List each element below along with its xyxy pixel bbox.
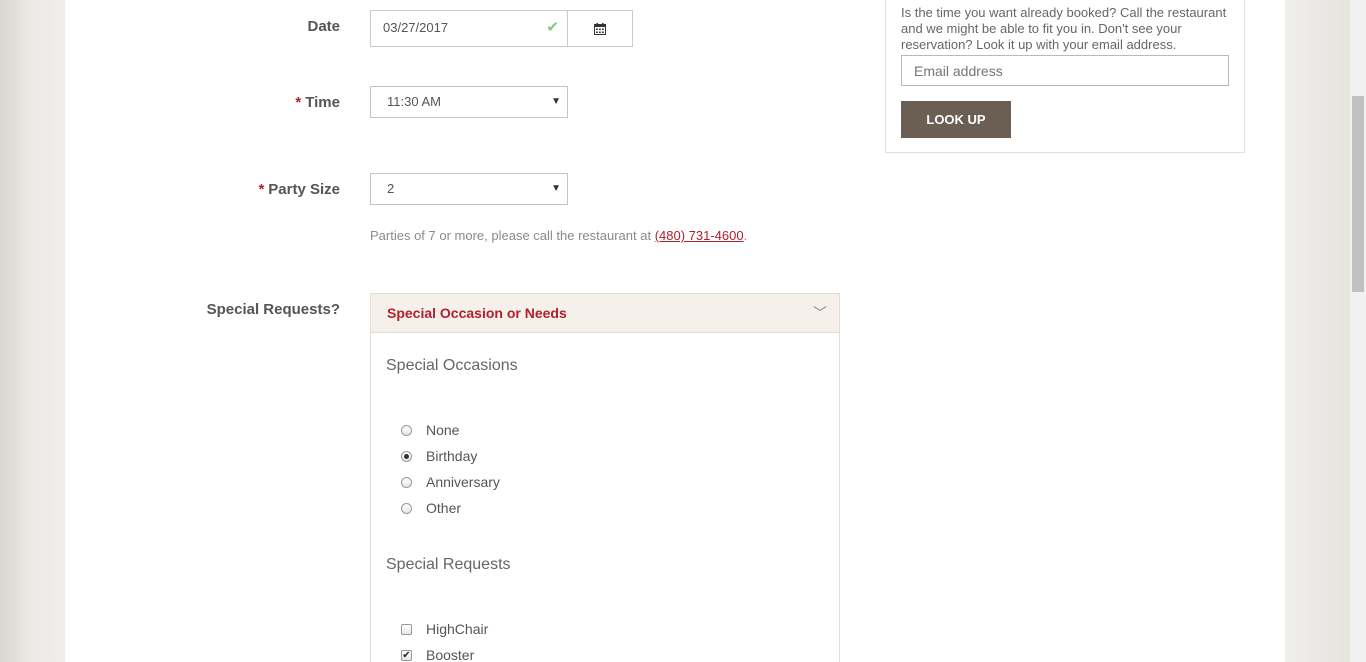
lookup-description: Is the time you want already booked? Cal…	[901, 5, 1227, 52]
radio-button[interactable]	[401, 502, 412, 514]
required-mark: *	[295, 94, 302, 111]
checkmark-icon: ✔	[546, 19, 559, 36]
party-size-value: 2	[387, 181, 395, 196]
calendar-icon	[594, 22, 606, 35]
party-size-select[interactable]: 2 ▼	[370, 173, 568, 205]
occasion-option-none[interactable]: None	[401, 422, 459, 438]
time-value: 11:30 AM	[387, 94, 441, 109]
radio-button-selected[interactable]	[401, 450, 412, 462]
party-size-label: * Party Size	[140, 181, 340, 198]
radio-button[interactable]	[401, 476, 412, 488]
special-occasions-title: Special Occasions	[386, 357, 518, 374]
special-panel-title: Special Occasion or Needs	[387, 305, 567, 321]
required-mark: *	[258, 181, 265, 198]
time-label: * Time	[140, 94, 340, 111]
special-requests-title: Special Requests	[386, 556, 511, 573]
special-requests-panel: Special Occasion or Needs ﹀ Special Occa…	[370, 293, 840, 662]
occasion-option-anniversary[interactable]: Anniversary	[401, 474, 500, 490]
checkbox[interactable]	[401, 623, 412, 635]
radio-button[interactable]	[401, 424, 412, 436]
calendar-button[interactable]	[567, 10, 633, 47]
date-label: Date	[307, 18, 340, 35]
special-panel-header[interactable]: Special Occasion or Needs ﹀	[371, 294, 839, 333]
occasion-option-birthday[interactable]: Birthday	[401, 448, 477, 464]
hint-period: .	[743, 228, 748, 243]
checkbox-checked[interactable]: ✔	[401, 649, 412, 661]
scrollbar-thumb[interactable]	[1352, 96, 1364, 292]
time-label-text: Time	[305, 94, 340, 111]
occasion-label: Anniversary	[426, 474, 500, 490]
dropdown-arrow-icon: ▼	[551, 183, 561, 194]
party-size-hint: Parties of 7 or more, please call the re…	[370, 228, 747, 243]
time-select[interactable]: 11:30 AM ▼	[370, 86, 568, 118]
page-scrollbar[interactable]	[1349, 0, 1366, 662]
reservation-page: Date 03/27/2017 ✔ * Time 11:30 AM ▼ * Part…	[65, 0, 1285, 662]
occasion-label: None	[426, 422, 460, 438]
party-size-label-text: Party Size	[268, 181, 340, 198]
restaurant-phone-link[interactable]: (480) 731-4600	[655, 228, 744, 243]
date-value: 03/27/2017	[383, 20, 449, 35]
look-up-button[interactable]: LOOK UP	[901, 101, 1011, 138]
request-label: HighChair	[426, 621, 489, 637]
occasion-label: Other	[426, 500, 462, 516]
special-requests-label: Special Requests?	[206, 301, 340, 318]
dropdown-arrow-icon: ▼	[551, 96, 561, 107]
occasion-label: Birthday	[426, 448, 478, 464]
request-option-highchair[interactable]: HighChair	[401, 621, 488, 637]
chevron-down-icon: ﹀	[813, 305, 827, 321]
occasion-option-other[interactable]: Other	[401, 500, 461, 516]
request-option-booster[interactable]: ✔ Booster	[401, 647, 474, 662]
email-field[interactable]	[901, 55, 1229, 86]
request-label: Booster	[426, 647, 475, 662]
hint-text: Parties of 7 or more, please call the re…	[370, 228, 655, 243]
date-input[interactable]: 03/27/2017 ✔	[370, 10, 568, 47]
reservation-lookup-box: Is the time you want already booked? Cal…	[885, 0, 1245, 153]
